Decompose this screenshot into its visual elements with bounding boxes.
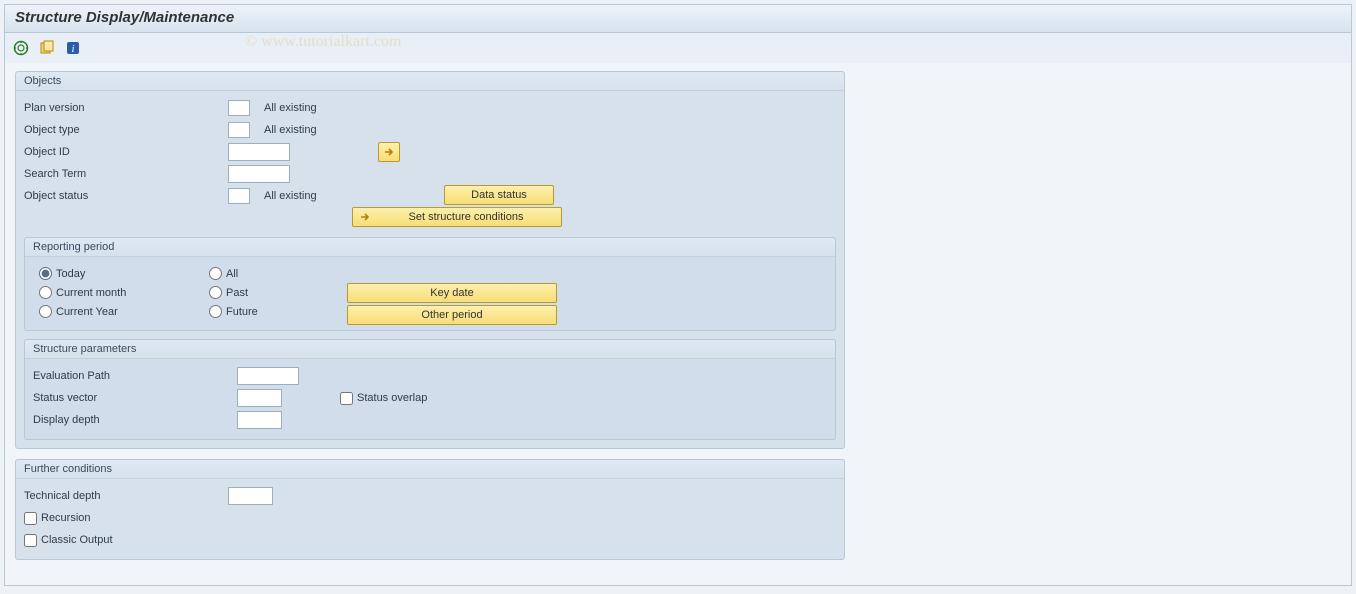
classic-output-label: Classic Output (41, 534, 113, 546)
radio-current-year[interactable]: Current Year (39, 305, 169, 318)
object-status-label: Object status (24, 190, 224, 202)
radio-all[interactable]: All (209, 267, 309, 280)
objects-body: Plan version All existing Object type Al… (16, 91, 844, 448)
status-overlap-label: Status overlap (357, 392, 427, 404)
technical-depth-field[interactable] (228, 487, 273, 505)
key-date-button[interactable]: Key date (347, 283, 557, 303)
toolbar: i © www.tutorialkart.com (5, 33, 1351, 63)
objects-title: Objects (16, 72, 844, 91)
object-type-field[interactable] (228, 122, 250, 138)
data-status-button[interactable]: Data status (444, 185, 554, 205)
object-id-field[interactable] (228, 143, 290, 161)
reporting-period-title: Reporting period (25, 238, 835, 257)
status-overlap-checkbox[interactable]: Status overlap (340, 392, 427, 405)
radio-future[interactable]: Future (209, 305, 309, 318)
recursion-checkbox[interactable]: Recursion (24, 507, 836, 529)
search-term-label: Search Term (24, 168, 224, 180)
radio-current-month-label: Current month (56, 287, 126, 299)
plan-version-label: Plan version (24, 102, 224, 114)
set-structure-conditions-button[interactable]: Set structure conditions (352, 207, 562, 227)
search-term-field[interactable] (228, 165, 290, 183)
svg-text:i: i (71, 43, 74, 55)
set-structure-conditions-label: Set structure conditions (377, 211, 555, 223)
radio-future-label: Future (226, 306, 258, 318)
arrow-right-icon (359, 211, 371, 223)
object-status-field[interactable] (228, 188, 250, 204)
reporting-period-group: Reporting period Today Current month Cur… (24, 237, 836, 331)
execute-icon[interactable] (13, 40, 29, 56)
variant-icon[interactable] (39, 40, 55, 56)
classic-output-checkbox[interactable]: Classic Output (24, 529, 836, 551)
watermark: © www.tutorialkart.com (245, 33, 401, 51)
multiple-selection-button[interactable] (378, 142, 400, 162)
info-icon[interactable]: i (65, 40, 81, 56)
display-depth-label: Display depth (33, 414, 233, 426)
radio-past[interactable]: Past (209, 286, 309, 299)
evaluation-path-label: Evaluation Path (33, 370, 233, 382)
content: Objects Plan version All existing Object… (5, 63, 855, 568)
plan-version-desc: All existing (264, 102, 317, 114)
status-vector-field[interactable] (237, 389, 282, 407)
radio-past-label: Past (226, 287, 248, 299)
further-conditions-title: Further conditions (16, 460, 844, 479)
object-status-desc: All existing (264, 190, 317, 202)
object-type-label: Object type (24, 124, 224, 136)
radio-current-year-label: Current Year (56, 306, 118, 318)
technical-depth-label: Technical depth (24, 490, 224, 502)
object-type-desc: All existing (264, 124, 317, 136)
radio-today-label: Today (56, 268, 85, 280)
evaluation-path-field[interactable] (237, 367, 299, 385)
status-vector-label: Status vector (33, 392, 233, 404)
plan-version-field[interactable] (228, 100, 250, 116)
structure-parameters-group: Structure parameters Evaluation Path Sta… (24, 339, 836, 440)
other-period-button[interactable]: Other period (347, 305, 557, 325)
display-depth-field[interactable] (237, 411, 282, 429)
radio-current-month[interactable]: Current month (39, 286, 169, 299)
page-title: Structure Display/Maintenance (5, 5, 1351, 33)
app-shell: Structure Display/Maintenance i © www.tu… (4, 4, 1352, 586)
structure-parameters-title: Structure parameters (25, 340, 835, 359)
recursion-label: Recursion (41, 512, 91, 524)
further-conditions-group: Further conditions Technical depth Recur… (15, 459, 845, 560)
radio-today[interactable]: Today (39, 267, 169, 280)
objects-group: Objects Plan version All existing Object… (15, 71, 845, 449)
object-id-label: Object ID (24, 146, 224, 158)
radio-all-label: All (226, 268, 238, 280)
